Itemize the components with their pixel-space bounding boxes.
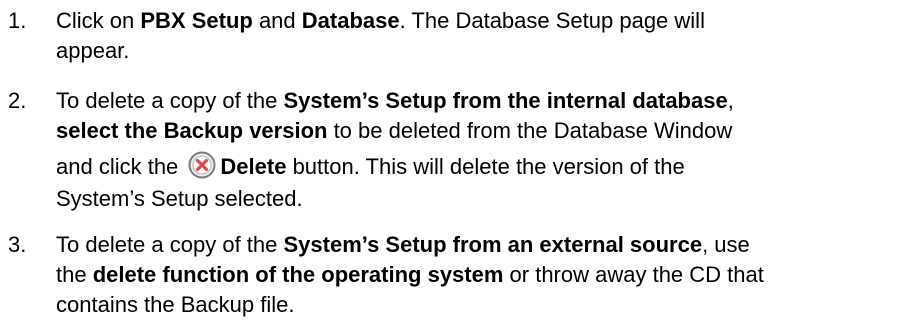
- step-line: System’s Setup selected.: [56, 186, 303, 211]
- step-line: the delete function of the operating sys…: [56, 260, 916, 290]
- step-number: 3.: [8, 232, 27, 257]
- text-run: . The Database Setup page will: [399, 8, 705, 33]
- step-line: contains the Backup file.: [56, 292, 295, 317]
- text-run: button. This will delete the version of …: [286, 154, 685, 179]
- step-line: To delete a copy of the System’s Setup f…: [56, 86, 916, 116]
- step-text: Click on PBX Setup and Database. The Dat…: [56, 6, 916, 66]
- bold-term: PBX Setup: [140, 8, 253, 33]
- bold-term: delete function of the operating system: [92, 262, 504, 287]
- text-run: To delete a copy of the: [56, 232, 284, 257]
- step-line: To delete a copy of the System’s Setup f…: [56, 230, 916, 260]
- bold-term: Database: [301, 8, 400, 33]
- bold-term: System’s Setup from the internal databas…: [283, 88, 728, 113]
- step-line: and click the Delete button. This will d…: [56, 150, 916, 184]
- bold-term: Delete: [220, 154, 287, 179]
- text-run: , use: [702, 232, 750, 257]
- text-run: the: [56, 262, 93, 287]
- delete-x-icon: [188, 151, 216, 179]
- step-number: 2.: [8, 88, 27, 113]
- step-line: appear.: [56, 38, 130, 63]
- text-run: to be deleted from the Database Window: [327, 118, 733, 143]
- bold-term: select the Backup version: [56, 118, 328, 143]
- text-run: ,: [727, 88, 734, 113]
- bold-term: System’s Setup from an external source: [283, 232, 703, 257]
- step-text: To delete a copy of the System’s Setup f…: [56, 230, 916, 320]
- step-line: Click on PBX Setup and Database. The Dat…: [56, 6, 916, 36]
- text-run: and click the: [56, 154, 185, 179]
- step-text: To delete a copy of the System’s Setup f…: [56, 86, 916, 214]
- text-run: and: [252, 8, 302, 33]
- step-line: select the Backup version to be deleted …: [56, 116, 916, 146]
- step-number: 1.: [8, 8, 27, 33]
- text-run: Click on: [56, 8, 141, 33]
- text-run: or throw away the CD that: [503, 262, 764, 287]
- text-run: To delete a copy of the: [56, 88, 284, 113]
